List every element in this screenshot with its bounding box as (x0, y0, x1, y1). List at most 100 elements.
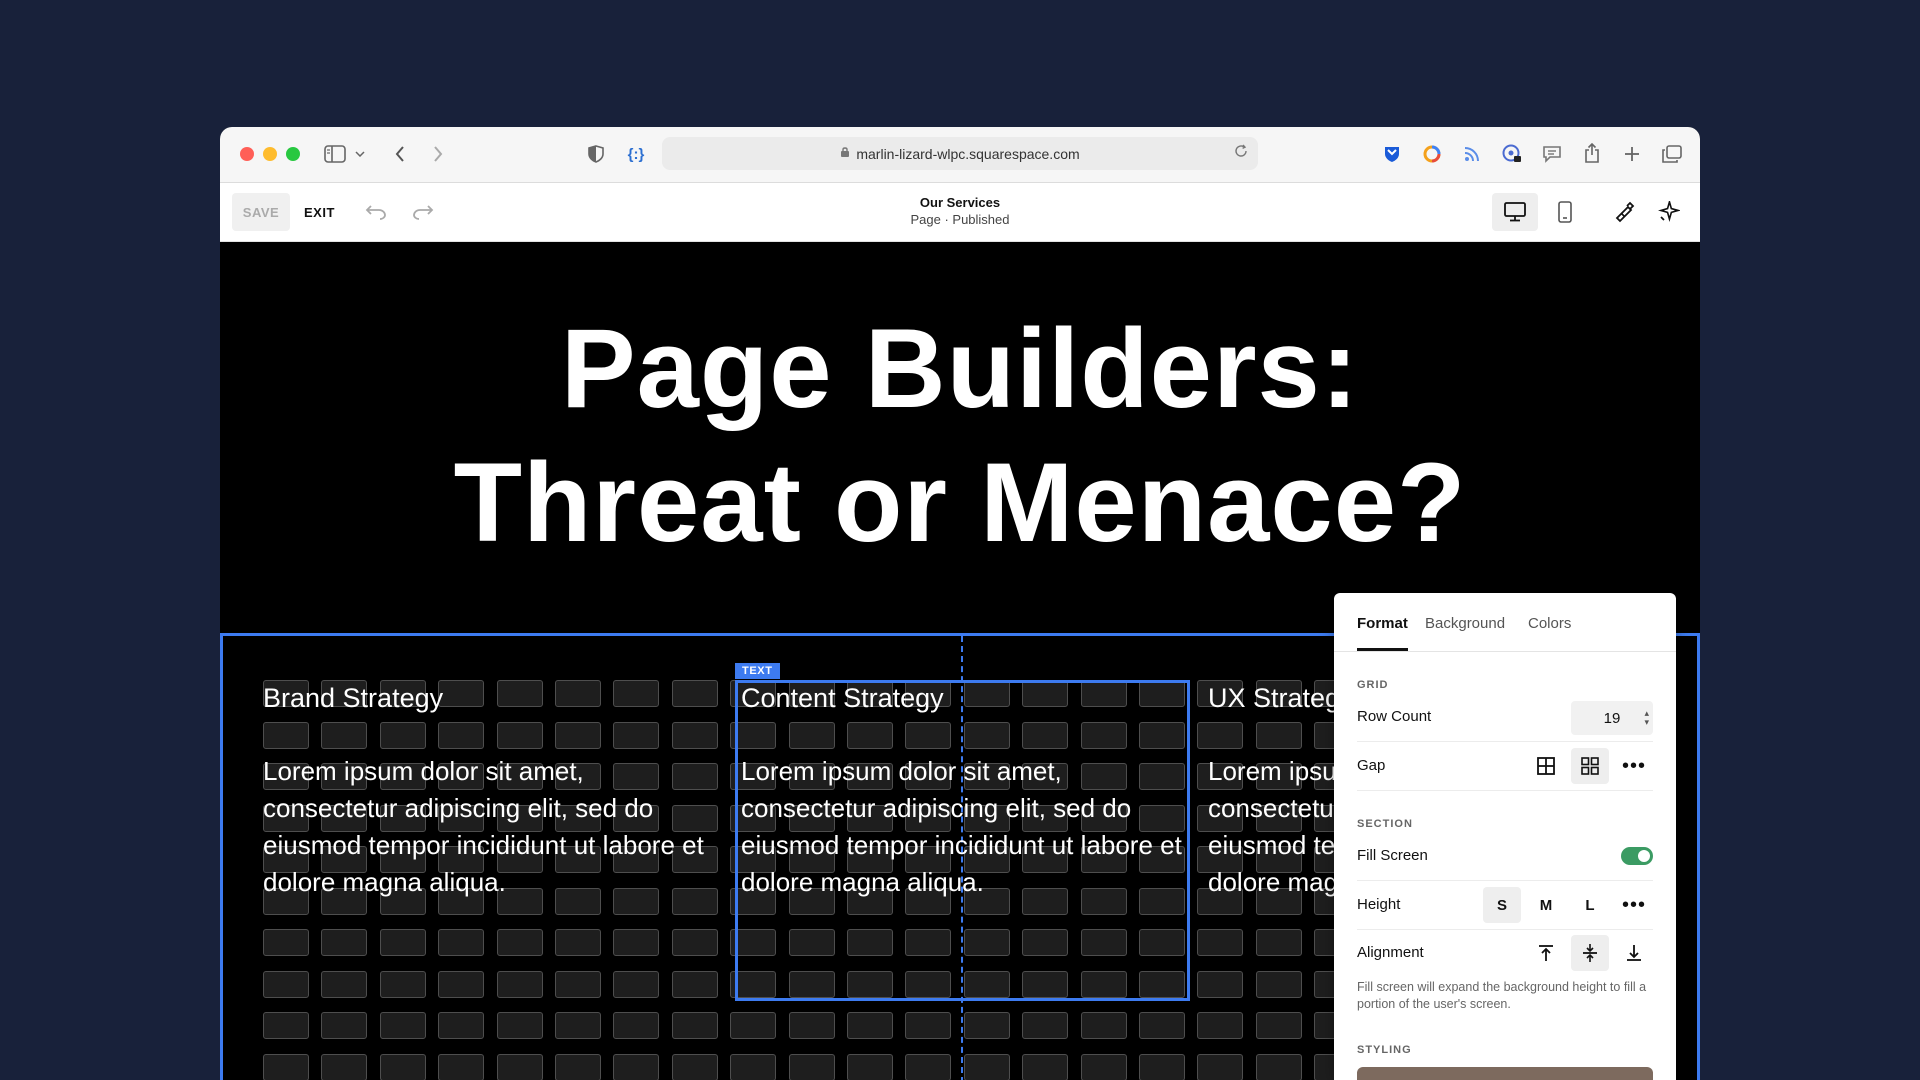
hero-title-line-1: Page Builders: (560, 306, 1360, 431)
styling-preview-thumbnail[interactable] (1357, 1067, 1653, 1080)
grid-cell (263, 1053, 309, 1080)
desktop-view-button[interactable] (1492, 193, 1538, 231)
align-bottom-icon[interactable] (1615, 935, 1653, 971)
align-middle-icon[interactable] (1571, 935, 1609, 971)
grid-cell (1255, 1053, 1302, 1080)
grid-cell (1197, 970, 1244, 998)
save-button[interactable]: SAVE (232, 193, 290, 231)
grid-cell (438, 1012, 485, 1039)
chevron-down-icon[interactable] (352, 143, 368, 165)
gap-option-wide[interactable] (1571, 748, 1609, 784)
address-bar[interactable]: marlin-lizard-wlpc.squarespace.com (662, 137, 1258, 170)
grid-cell (905, 1053, 952, 1080)
tabs-overview-icon[interactable] (1660, 141, 1684, 167)
tab-format[interactable]: Format (1357, 615, 1408, 632)
height-option-m[interactable]: M (1527, 887, 1565, 923)
sidebar-icon[interactable] (322, 141, 348, 167)
grid-cell (555, 1012, 601, 1039)
text-block-brand-strategy[interactable]: Brand Strategy Lorem ipsum dolor sit ame… (263, 681, 723, 901)
redo-icon[interactable] (404, 193, 442, 231)
undo-icon[interactable] (357, 193, 395, 231)
grid-cell (263, 1012, 309, 1039)
gap-label: Gap (1357, 757, 1386, 774)
exit-button[interactable]: EXIT (304, 193, 335, 231)
column-body: Lorem ipsum dolor sit amet, consectetur … (263, 756, 704, 897)
new-tab-plus-icon[interactable] (1620, 141, 1644, 167)
grid-cell (1080, 1053, 1127, 1080)
height-option-s[interactable]: S (1483, 887, 1521, 923)
rss-icon[interactable] (1460, 142, 1484, 166)
grid-cell (671, 1012, 718, 1039)
grid-cell (1197, 1053, 1244, 1080)
window-controls (240, 147, 300, 161)
browser-chrome: {:} marlin-lizard-wlpc.squarespace.com (220, 127, 1700, 183)
block-type-tag: TEXT (735, 663, 780, 679)
editor-toolbar: SAVE EXIT Our Services Page · Published (220, 183, 1700, 242)
grid-cell (1255, 1012, 1302, 1039)
grid-cell (730, 1012, 777, 1039)
ai-sparkle-icon[interactable] (1650, 193, 1688, 231)
color-wheel-icon[interactable] (1420, 142, 1444, 166)
close-window-button[interactable] (240, 147, 254, 161)
forward-icon[interactable] (426, 141, 450, 167)
section-section-label: SECTION (1357, 818, 1413, 830)
height-option-l[interactable]: L (1571, 887, 1609, 923)
url-text: marlin-lizard-wlpc.squarespace.com (856, 145, 1080, 162)
mobile-view-button[interactable] (1542, 193, 1588, 231)
desktop-icon (1504, 202, 1526, 222)
grid-cell (379, 970, 426, 998)
browser-window: {:} marlin-lizard-wlpc.squarespace.com S… (220, 127, 1700, 1080)
grid-cell (1197, 1012, 1244, 1039)
gap-option-narrow[interactable] (1527, 748, 1565, 784)
grid-cell (1197, 929, 1244, 956)
share-icon[interactable] (1580, 140, 1604, 166)
grid-cell (379, 1053, 426, 1080)
lock-icon (840, 146, 850, 161)
hero-heading[interactable]: Page Builders: Threat or Menace? (220, 302, 1700, 570)
grid-cell (555, 929, 601, 956)
row-count-row: Row Count 19 ▴ ▾ (1357, 693, 1653, 742)
hero-section[interactable]: Page Builders: Threat or Menace? (220, 242, 1700, 632)
page-title[interactable]: Our Services Page · Published (860, 195, 1060, 227)
zoom-window-button[interactable] (286, 147, 300, 161)
height-more-icon[interactable]: ••• (1615, 887, 1653, 923)
gap-row: Gap ••• (1357, 742, 1653, 791)
stepper-arrows-icon[interactable]: ▴ ▾ (1644, 709, 1649, 727)
grid-cell (963, 1053, 1010, 1080)
fill-screen-toggle[interactable] (1621, 847, 1653, 865)
tab-colors[interactable]: Colors (1528, 615, 1571, 632)
page-status: Page · Published (910, 212, 1010, 227)
tab-background[interactable]: Background (1425, 615, 1505, 632)
chat-icon[interactable] (1540, 142, 1564, 166)
grid-cell (555, 1053, 601, 1080)
grid-cell (263, 970, 309, 998)
hero-title-line-2: Threat or Menace? (453, 440, 1467, 565)
align-top-icon[interactable] (1527, 935, 1565, 971)
row-count-stepper[interactable]: 19 ▴ ▾ (1571, 701, 1653, 735)
grid-cell (321, 1053, 368, 1080)
design-brush-icon[interactable] (1606, 193, 1644, 231)
password-icon[interactable] (1500, 142, 1524, 166)
minimize-window-button[interactable] (263, 147, 277, 161)
row-count-label: Row Count (1357, 708, 1432, 725)
grid-spaced-icon (1581, 757, 1599, 775)
grid-cell (613, 1053, 660, 1080)
grid-cell (321, 1012, 368, 1039)
code-braces-icon[interactable]: {:} (623, 141, 649, 167)
grid-cell (555, 970, 601, 998)
grid-cell (730, 1053, 777, 1080)
grid-cell (963, 1012, 1010, 1039)
selected-block-outline[interactable] (735, 680, 1190, 1001)
bitwarden-icon[interactable] (1380, 142, 1404, 166)
reload-icon[interactable] (1234, 144, 1248, 162)
grid-cell (379, 929, 426, 956)
gap-more-icon[interactable]: ••• (1615, 748, 1653, 784)
shield-icon[interactable] (583, 141, 609, 167)
back-icon[interactable] (388, 141, 412, 167)
grid-cell (1255, 970, 1302, 998)
grid-cell (905, 1012, 952, 1039)
grid-cell (379, 1012, 426, 1039)
grid-cell (496, 929, 543, 956)
grid-cell (496, 1012, 543, 1039)
height-row: Height S M L ••• (1357, 881, 1653, 930)
